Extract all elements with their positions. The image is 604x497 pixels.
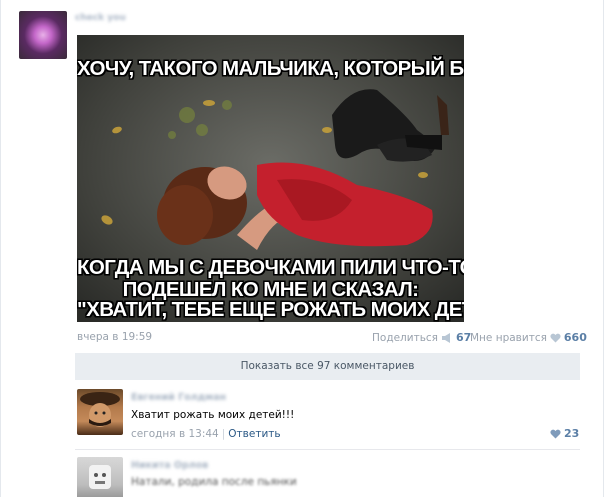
meme-bottom-caption-line-1: КОГДА МЫ С ДЕВОЧКАМИ ПИЛИ ЧТО-ТО, bbox=[77, 256, 464, 279]
post-timestamp[interactable]: вчера в 19:59 bbox=[77, 331, 152, 343]
meme-top-caption: ХОЧУ, ТАКОГО МАЛЬЧИКА, КОТОРЫЙ БЫ, bbox=[77, 57, 464, 80]
heart-icon bbox=[550, 333, 561, 342]
avatar-portrait bbox=[80, 392, 120, 427]
meta-separator: | bbox=[221, 428, 226, 440]
post-author-name[interactable]: check you bbox=[75, 13, 126, 23]
megaphone-icon bbox=[441, 332, 450, 343]
share-count: 67 bbox=[455, 331, 472, 344]
share-label: Поделиться bbox=[372, 331, 438, 344]
comment-meta: сегодня в 13:44 | Ответить bbox=[131, 428, 281, 440]
share-control[interactable]: Поделиться 67 bbox=[372, 331, 471, 344]
comment-text: Натали, родила после пьянки bbox=[131, 476, 297, 488]
show-all-comments-button[interactable]: Показать все 97 комментариев bbox=[75, 353, 580, 380]
comment-like-control[interactable]: 23 bbox=[550, 427, 579, 440]
like-label: Мне нравится bbox=[470, 331, 547, 344]
like-count: 660 bbox=[563, 331, 587, 344]
comment-author-avatar[interactable] bbox=[77, 457, 123, 497]
comment-timestamp[interactable]: сегодня в 13:44 bbox=[131, 428, 219, 440]
comment-divider bbox=[75, 449, 580, 450]
post-author-avatar[interactable] bbox=[19, 11, 67, 59]
comment-text: Хватит рожать моих детей!!! bbox=[131, 409, 295, 421]
avatar-portrait bbox=[89, 465, 111, 489]
like-control[interactable]: Мне нравится 660 bbox=[470, 331, 587, 344]
comment-like-count: 23 bbox=[564, 427, 580, 440]
post-image[interactable]: ХОЧУ, ТАКОГО МАЛЬЧИКА, КОТОРЫЙ БЫ, КОГДА… bbox=[77, 35, 464, 322]
meme-bottom-caption-line-3: "ХВАТИТ, ТЕБЕ ЕЩЕ РОЖАТЬ МОИХ ДЕТЕЙ!" bbox=[77, 298, 464, 321]
wall-post-frame: check you ХОЧУ, ТАКОГО МАЛЬЧИКА, КОТОРЫЙ… bbox=[0, 0, 604, 497]
comment-author-name[interactable]: Евгений Голдман bbox=[131, 392, 226, 403]
comment-author-name[interactable]: Никита Орлов bbox=[131, 460, 208, 471]
heart-icon bbox=[550, 429, 561, 438]
comment-author-avatar[interactable] bbox=[77, 389, 123, 435]
reply-link[interactable]: Ответить bbox=[228, 428, 280, 440]
